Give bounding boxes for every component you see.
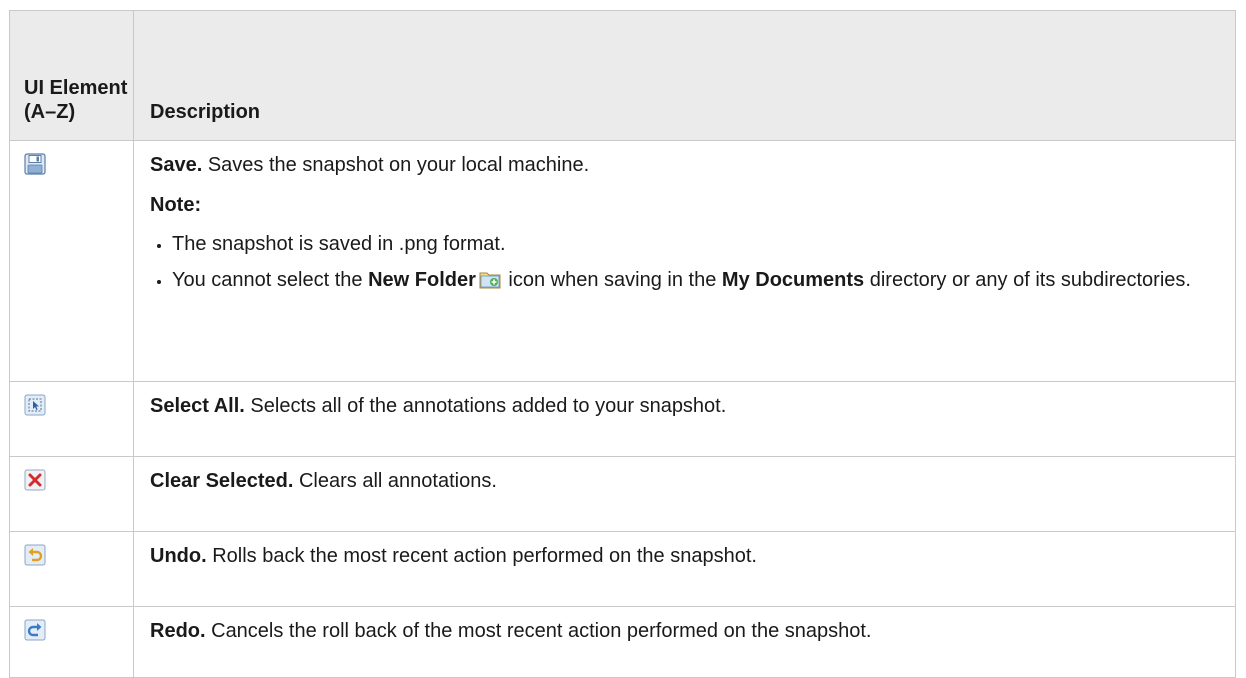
ui-elements-table: UI Element (A–Z) Description Save. Saves… xyxy=(9,10,1236,678)
clear-selected-icon xyxy=(24,469,133,491)
save-text: Saves the snapshot on your local machine… xyxy=(202,154,590,176)
redo-icon xyxy=(24,619,133,641)
select-all-icon xyxy=(24,394,133,416)
clear-selected-title: Clear Selected. xyxy=(150,470,294,492)
save-icon xyxy=(24,153,133,175)
list-item: You cannot select the New Folder icon wh… xyxy=(172,267,1217,296)
list-item: The snapshot is saved in .png format. xyxy=(172,231,1217,257)
icon-cell xyxy=(9,381,134,457)
description-cell: Redo. Cancels the roll back of the most … xyxy=(133,606,1236,678)
save-title: Save. xyxy=(150,154,203,176)
new-folder-label: New Folder xyxy=(368,269,476,291)
undo-icon xyxy=(24,544,133,566)
table-row: Undo. Rolls back the most recent action … xyxy=(9,531,1236,607)
table-row: Save. Saves the snapshot on your local m… xyxy=(9,140,1236,382)
description-cell: Clear Selected. Clears all annotations. xyxy=(133,456,1236,532)
header-row: UI Element (A–Z) Description xyxy=(9,10,1236,141)
header-description: Description xyxy=(133,10,1236,141)
redo-title: Redo. xyxy=(150,620,206,642)
icon-cell xyxy=(9,531,134,607)
select-all-title: Select All. xyxy=(150,395,245,417)
table-row: Clear Selected. Clears all annotations. xyxy=(9,456,1236,532)
note-list: The snapshot is saved in .png format. Yo… xyxy=(150,231,1217,296)
clear-selected-text: Clears all annotations. xyxy=(293,470,497,492)
undo-title: Undo. xyxy=(150,545,207,567)
note-label: Note: xyxy=(150,194,202,216)
description-cell: Save. Saves the snapshot on your local m… xyxy=(133,140,1236,382)
description-cell: Select All. Selects all of the annotatio… xyxy=(133,381,1236,457)
undo-text: Rolls back the most recent action perfor… xyxy=(206,545,757,567)
icon-cell xyxy=(9,456,134,532)
table-row: Select All. Selects all of the annotatio… xyxy=(9,381,1236,457)
icon-cell xyxy=(9,140,134,382)
redo-text: Cancels the roll back of the most recent… xyxy=(205,620,872,642)
my-documents-label: My Documents xyxy=(721,269,865,291)
icon-cell xyxy=(9,606,134,678)
header-ui-element: UI Element (A–Z) xyxy=(9,10,134,141)
select-all-text: Selects all of the annotations added to … xyxy=(244,395,727,417)
description-cell: Undo. Rolls back the most recent action … xyxy=(133,531,1236,607)
new-folder-icon xyxy=(479,269,501,296)
table-row: Redo. Cancels the roll back of the most … xyxy=(9,606,1236,678)
